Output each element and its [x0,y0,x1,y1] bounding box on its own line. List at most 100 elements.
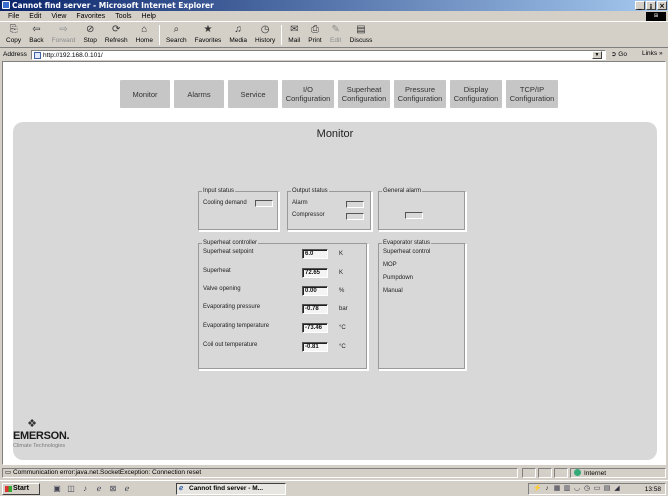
edit-button[interactable]: ✎ Edit [326,22,346,48]
discuss-button[interactable]: ▤ Discuss [346,22,377,48]
mail-button[interactable]: ✉ Mail [284,22,304,48]
status-text: ▭ Communication error:java.net.SocketExc… [2,468,518,478]
print-button[interactable]: ⎙ Print [304,22,325,48]
tray-monitor-icon[interactable]: ▦ [553,485,561,493]
superheat-unit: K [339,270,344,276]
back-arrow-icon: ⇦ [32,24,41,35]
tray-volume-icon[interactable]: ♪ [543,485,551,493]
tray-network-icon[interactable]: ⚡ [533,485,542,493]
copy-button[interactable]: ⎘ Copy [2,22,25,48]
maximize-button[interactable]: ¡ [646,1,656,10]
logo-name: EMERSON. [13,430,70,442]
tray-app-icon[interactable]: ▥ [563,485,571,493]
output-status-legend: Output status [292,188,328,194]
address-dropdown-button[interactable]: ▼ [592,51,602,59]
printer-icon: ⎙ [310,24,319,35]
ie-icon: ℯ [179,485,184,492]
superheat-controller-legend: Superheat controller [203,240,258,246]
evaporator-status-item: MOP [383,262,397,268]
superheat-setpoint-value: 6.0 [302,249,328,259]
status-cell [554,468,568,478]
window-title: Cannot find server - Microsoft Internet … [12,1,214,10]
valve-opening-label: Valve opening [203,286,241,292]
alarm-label: Alarm [292,200,308,206]
address-input[interactable]: http://192.168.0.101/ [31,50,606,60]
tray-sound-icon[interactable]: ◢ [613,485,621,493]
nav-tcpip-configuration[interactable]: TCP/IP Configuration [506,80,558,108]
superheat-setpoint-unit: K [339,251,344,257]
general-alarm-legend: General alarm [383,188,422,194]
copy-icon: ⎘ [9,24,18,35]
superheat-value: 72.65 [302,268,328,278]
nav-service[interactable]: Service [228,80,278,108]
history-button[interactable]: ◷ History [251,22,279,48]
links-button[interactable]: Links » [642,50,663,57]
menu-favorites[interactable]: Favorites [71,13,110,20]
quicklaunch-outlook-icon[interactable]: ⊠ [108,484,118,494]
superheat-setpoint-label: Superheat setpoint [203,249,254,255]
close-button[interactable]: × [657,1,667,10]
menu-help[interactable]: Help [137,13,161,20]
emerson-mark-icon: ❖ [27,417,37,430]
refresh-icon: ⟳ [112,24,121,35]
title-bar: Cannot find server - Microsoft Internet … [0,0,668,11]
evaporating-pressure-label: Evaporating pressure [203,304,261,310]
nav-pressure-configuration[interactable]: Pressure Configuration [394,80,446,108]
general-alarm-group: General alarm [378,188,466,231]
coil-out-temperature-value: -0.81 [302,342,328,352]
tray-antivirus-icon[interactable]: ◡ [573,485,581,493]
favorites-button[interactable]: ★ Favorites [191,22,226,48]
edit-icon: ✎ [331,24,340,35]
stop-button[interactable]: ⊘ Stop [79,22,100,48]
quicklaunch-desktop-icon[interactable]: ▣ [52,484,62,494]
discuss-icon: ▤ [356,24,366,35]
menu-tools[interactable]: Tools [110,13,136,20]
quicklaunch-explorer-icon[interactable]: ◫ [66,484,76,494]
page-icon [34,51,41,59]
evaporator-status-item: Pumpdown [383,275,414,281]
stop-icon: ⊘ [85,24,95,35]
taskbar-ie-window[interactable]: ℯ Cannot find server - M... [176,483,286,495]
valve-opening-unit: % [339,288,345,294]
nav-superheat-configuration[interactable]: Superheat Configuration [338,80,390,108]
media-button[interactable]: ♫ Media [225,22,251,48]
forward-button[interactable]: ⇨ Forward [48,22,80,48]
taskbar: Start ▣ ◫ ♪ ℯ ⊠ ℯ ℯ Cannot find server -… [0,480,668,496]
coil-out-temperature-unit: °C [339,344,346,350]
forward-arrow-icon: ⇨ [59,24,68,35]
go-button[interactable]: ➲ Go [611,50,627,58]
page-viewport: Monitor Alarms Service I/O Configuration … [2,61,666,465]
menu-view[interactable]: View [46,13,71,20]
search-icon: ⌕ [173,24,180,35]
menu-file[interactable]: File [3,13,24,20]
nav-display-configuration[interactable]: Display Configuration [450,80,502,108]
nav-bar: Monitor Alarms Service I/O Configuration … [120,80,558,108]
ie-app-icon[interactable] [2,1,10,9]
toolbar: ⎘ Copy ⇦ Back ⇨ Forward ⊘ Stop ⟳ Refresh ⌂ Hom… [0,22,668,48]
quicklaunch-ie-icon[interactable]: ℯ [94,484,104,494]
evaporating-pressure-value: -0.78 [302,304,328,314]
tray-chat-icon[interactable]: ▭ [593,485,601,493]
home-button[interactable]: ⌂ Home [132,22,157,48]
compressor-indicator [346,213,364,220]
tray-display-icon[interactable]: ▤ [603,485,611,493]
menu-edit[interactable]: Edit [24,13,46,20]
output-status-group: Output status Alarm Compressor [287,188,372,231]
minimize-button[interactable]: _ [635,1,645,10]
start-button[interactable]: Start [2,483,40,495]
toolbar-separator [158,25,160,45]
internet-globe-icon [574,469,581,476]
nav-io-configuration[interactable]: I/O Configuration [282,80,334,108]
page-title: Monitor [316,128,354,140]
tray-clock-icon[interactable]: ◷ [583,485,591,493]
back-button[interactable]: ⇦ Back [25,22,47,48]
input-status-legend: Input status [203,188,235,194]
search-button[interactable]: ⌕ Search [162,22,191,48]
quicklaunch-browser-icon[interactable]: ℯ [122,484,132,494]
quicklaunch-media-icon[interactable]: ♪ [80,484,90,494]
windows-logo-icon: ⊞ [646,12,666,21]
nav-alarms[interactable]: Alarms [174,80,224,108]
refresh-button[interactable]: ⟳ Refresh [101,22,132,48]
address-url: http://192.168.0.101/ [43,51,103,59]
nav-monitor[interactable]: Monitor [120,80,170,108]
